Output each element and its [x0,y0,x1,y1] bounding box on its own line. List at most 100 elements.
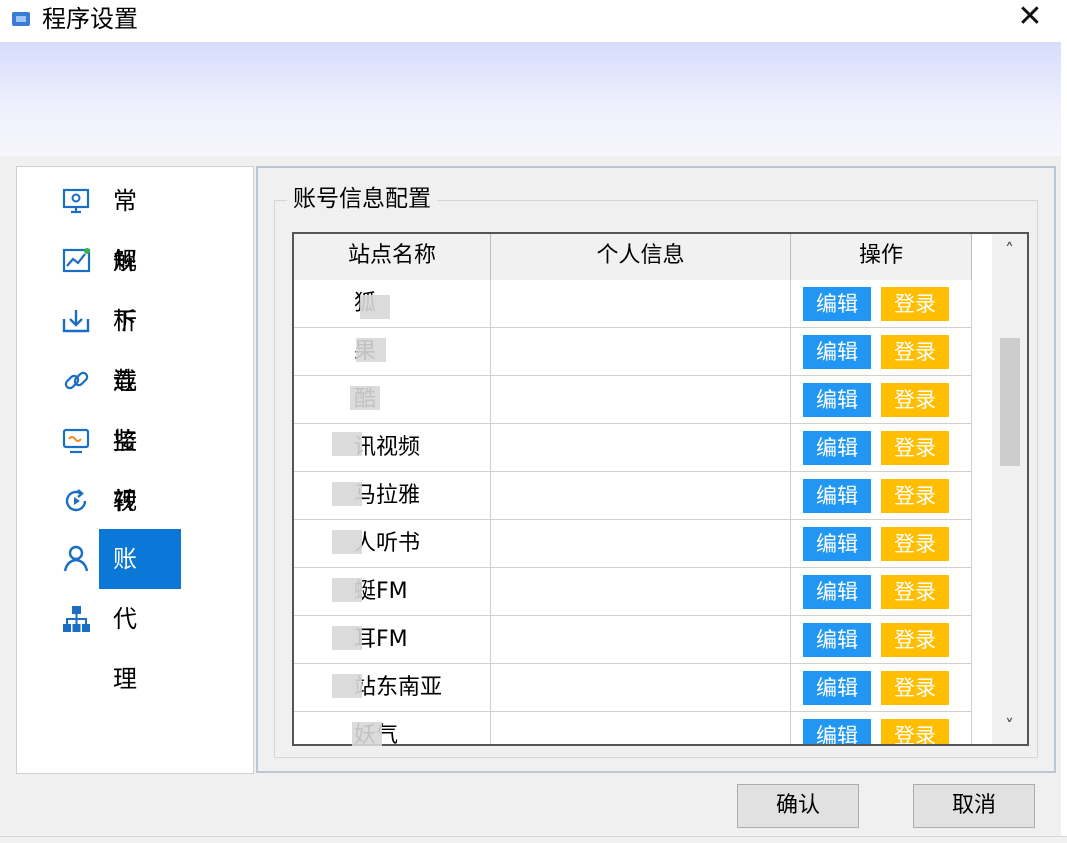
nav-label: 下载 [113,307,149,395]
scroll-down-icon[interactable]: ˅ [992,710,1027,744]
nav-item-general[interactable]: 常规 [17,171,217,275]
edit-button[interactable]: 编辑 [803,287,871,321]
nav-item-proxy[interactable]: 代理 [17,589,217,693]
login-button[interactable]: 登录 [881,623,949,657]
table-row[interactable]: 讯视频 编辑 登录 [294,424,972,472]
login-button[interactable]: 登录 [881,479,949,513]
redaction-mask [356,338,386,362]
edit-button[interactable]: 编辑 [803,671,871,705]
login-button[interactable]: 登录 [881,383,949,417]
row-actions: 编辑 登录 [791,280,972,327]
personal-info [491,328,791,375]
network-icon [63,606,90,632]
row-actions: 编辑 登录 [791,712,972,744]
table-row[interactable]: 果 编辑 登录 [294,328,972,376]
login-button[interactable]: 登录 [881,719,949,744]
scrollbar-thumb[interactable] [1000,338,1020,466]
confirm-button[interactable]: 确认 [737,784,859,828]
edit-button[interactable]: 编辑 [803,623,871,657]
nav-label: 代理 [113,605,149,693]
table-row[interactable]: 站东南亚 编辑 登录 [294,664,972,712]
site-name: 果 [294,328,491,375]
screen-monitor-icon [62,428,90,454]
login-button[interactable]: 登录 [881,671,949,705]
nav-item-download[interactable]: 下载 [17,291,217,395]
personal-info [491,472,791,519]
table-header: 站点名称 个人信息 操作 [294,234,972,281]
edit-button[interactable]: 编辑 [803,479,871,513]
nav-item-parse[interactable]: 解析 [17,231,217,335]
redaction-mask [360,295,390,319]
redaction-mask [332,674,362,698]
edit-button[interactable]: 编辑 [803,575,871,609]
login-button[interactable]: 登录 [881,431,949,465]
table-row[interactable]: 狐 编辑 登录 [294,280,972,328]
redaction-mask [332,432,362,456]
table-row[interactable]: 酷 编辑 登录 [294,376,972,424]
link-icon [64,371,89,390]
personal-info [491,664,791,711]
scroll-up-icon[interactable]: ˄ [992,234,1027,268]
vertical-scrollbar[interactable]: ˄ ˅ [992,234,1027,744]
nav-label: 常规 [113,187,149,275]
row-actions: 编辑 登录 [791,616,972,663]
refresh-icon [65,489,87,512]
personal-info [491,616,791,663]
login-button[interactable]: 登录 [881,287,949,321]
account-panel: 账号信息配置 站点名称 个人信息 操作 狐 编辑 登录 果 编辑 登录 酷 [256,166,1056,773]
site-name: 站东南亚 [294,664,491,711]
group-title: 账号信息配置 [287,183,437,215]
nav-label: 监视 [113,427,149,515]
table-row[interactable]: 耳FM 编辑 登录 [294,616,972,664]
column-header-ops[interactable]: 操作 [791,234,972,280]
nav-label: 连接 [113,367,149,455]
chart-icon [62,248,91,273]
row-actions: 编辑 登录 [791,424,972,471]
edit-button[interactable]: 编辑 [803,335,871,369]
site-name: 马拉雅 [294,472,491,519]
redaction-mask [332,530,362,554]
personal-info [491,280,791,327]
table-row[interactable]: 人听书 编辑 登录 [294,520,972,568]
edit-button[interactable]: 编辑 [803,527,871,561]
edit-button[interactable]: 编辑 [803,431,871,465]
close-icon[interactable]: ✕ [1007,0,1053,36]
login-button[interactable]: 登录 [881,335,949,369]
table-row[interactable]: 妖气 编辑 登录 [294,712,972,744]
login-button[interactable]: 登录 [881,527,949,561]
nav-label: 解析 [113,247,149,335]
edit-button[interactable]: 编辑 [803,383,871,417]
nav-item-monitor[interactable]: 监视 [17,411,217,515]
login-button[interactable]: 登录 [881,575,949,609]
title-bar: 程序设置 ✕ [0,0,1067,42]
user-icon [63,545,89,572]
nav-item-connection[interactable]: 连接 [17,351,217,455]
redaction-mask [332,578,362,602]
personal-info [491,424,791,471]
header-banner [0,42,1067,156]
site-name: 酷 [294,376,491,423]
redaction-mask [332,482,362,506]
edit-button[interactable]: 编辑 [803,719,871,744]
settings-nav: 常规 解析 下载 连接 监视 转 账户 代理 [16,166,254,774]
row-actions: 编辑 登录 [791,520,972,567]
site-name: 狐 [294,280,491,327]
personal-info [491,568,791,615]
cancel-button[interactable]: 取消 [913,784,1035,828]
column-header-info[interactable]: 个人信息 [491,234,791,280]
nav-item-transcode[interactable]: 转码 [17,471,217,575]
row-actions: 编辑 登录 [791,664,972,711]
window-edge [1061,42,1067,843]
window-bottom-edge [0,836,1067,843]
site-name: 耳FM [294,616,491,663]
nav-item-account[interactable]: 账户 [17,529,217,633]
site-name: 讯视频 [294,424,491,471]
personal-info [491,520,791,567]
table-row[interactable]: 蜓FM 编辑 登录 [294,568,972,616]
nav-label: 转码 [113,487,149,575]
nav-label: 账户 [99,529,181,633]
table-row[interactable]: 马拉雅 编辑 登录 [294,472,972,520]
column-header-site[interactable]: 站点名称 [294,234,491,280]
site-name: 妖气 [294,712,491,744]
monitor-gear-icon [62,188,90,214]
